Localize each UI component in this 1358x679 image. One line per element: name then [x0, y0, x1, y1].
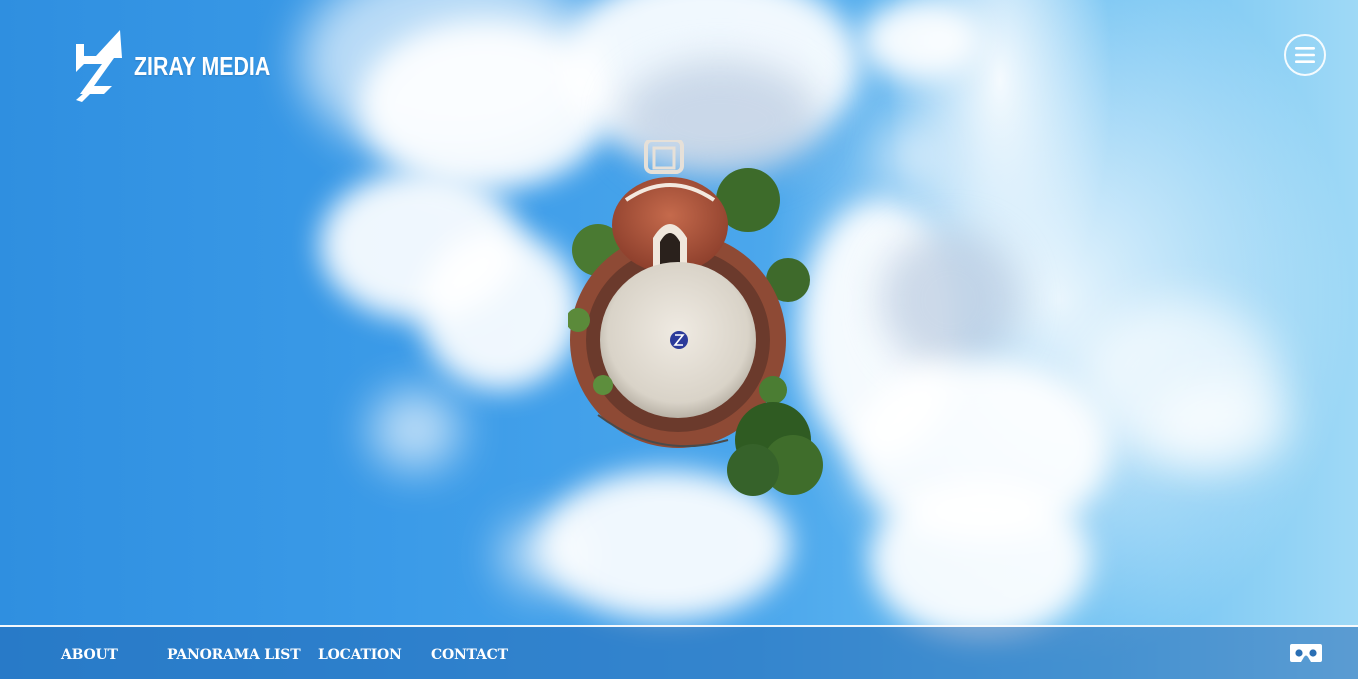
tiny-planet-panorama	[568, 140, 823, 496]
nav-item-contact[interactable]: CONTACT	[431, 647, 508, 663]
ziray-z-logo-icon	[76, 30, 122, 102]
panorama-viewer[interactable]: ZIRAY MEDIA ABOUT PANORAMA LIST LOCATION…	[0, 0, 1358, 679]
cloud	[500, 520, 590, 590]
cloud	[880, 130, 940, 180]
cloud	[370, 390, 460, 470]
nav-item-panorama-list[interactable]: PANORAMA LIST	[167, 647, 301, 663]
cloud	[880, 230, 1020, 370]
brand-logo[interactable]: ZIRAY MEDIA	[74, 30, 300, 102]
nav-item-location[interactable]: LOCATION	[318, 647, 402, 663]
cloud	[420, 230, 580, 390]
cloud	[860, 0, 980, 80]
cloud	[870, 480, 1090, 640]
cloud	[1150, 380, 1290, 470]
vr-mode-button[interactable]	[1289, 642, 1323, 666]
hamburger-menu-icon	[1295, 47, 1315, 63]
vr-headset-icon	[1290, 644, 1322, 662]
brand-name: ZIRAY MEDIA	[134, 50, 271, 81]
bottom-nav-bar: ABOUT PANORAMA LIST LOCATION CONTACT	[0, 625, 1358, 679]
nav-item-about[interactable]: ABOUT	[61, 647, 118, 663]
menu-button[interactable]	[1284, 34, 1326, 76]
